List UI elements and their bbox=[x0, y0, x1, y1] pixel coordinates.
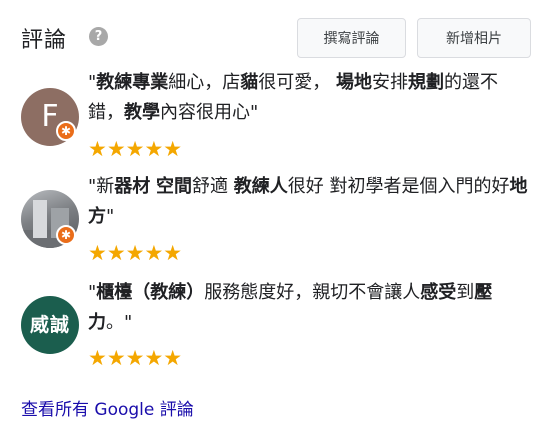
review-quote[interactable]: "櫃檯（教練）服務態度好，親切不會讓人感受到壓力。" bbox=[88, 278, 531, 338]
section-title: 評論 bbox=[21, 28, 68, 53]
review-item: F ✱ "教練專業細心，店貓很可愛， 場地安排規劃的還不錯，教學內容很用心" ★… bbox=[21, 68, 531, 160]
review-item: ✱ "新器材 空間舒適 教練人很好 對初學者是個入門的好地方" ★★★★★ bbox=[21, 172, 531, 264]
star-rating: ★★★★★ bbox=[88, 241, 183, 265]
local-guide-badge-icon: ✱ bbox=[56, 225, 76, 245]
review-quote[interactable]: "教練專業細心，店貓很可愛， 場地安排規劃的還不錯，教學內容很用心" bbox=[88, 68, 531, 128]
review-item: 威誠 "櫃檯（教練）服務態度好，親切不會讓人感受到壓力。" ★★★★★ bbox=[21, 278, 531, 370]
star-rating: ★★★★★ bbox=[88, 346, 183, 370]
reviews-header: 評論 ? 撰寫評論 新增相片 bbox=[21, 18, 531, 62]
reviewer-avatar[interactable]: 威誠 bbox=[21, 296, 79, 354]
write-review-button[interactable]: 撰寫評論 bbox=[297, 18, 406, 58]
review-quote[interactable]: "新器材 空間舒適 教練人很好 對初學者是個入門的好地方" bbox=[88, 172, 531, 232]
all-google-reviews-link[interactable]: 查看所有 Google 評論 bbox=[21, 395, 194, 420]
local-guide-badge-icon: ✱ bbox=[56, 121, 76, 141]
help-icon[interactable]: ? bbox=[89, 27, 108, 46]
add-photo-button[interactable]: 新增相片 bbox=[417, 18, 531, 58]
star-rating: ★★★★★ bbox=[88, 137, 183, 161]
